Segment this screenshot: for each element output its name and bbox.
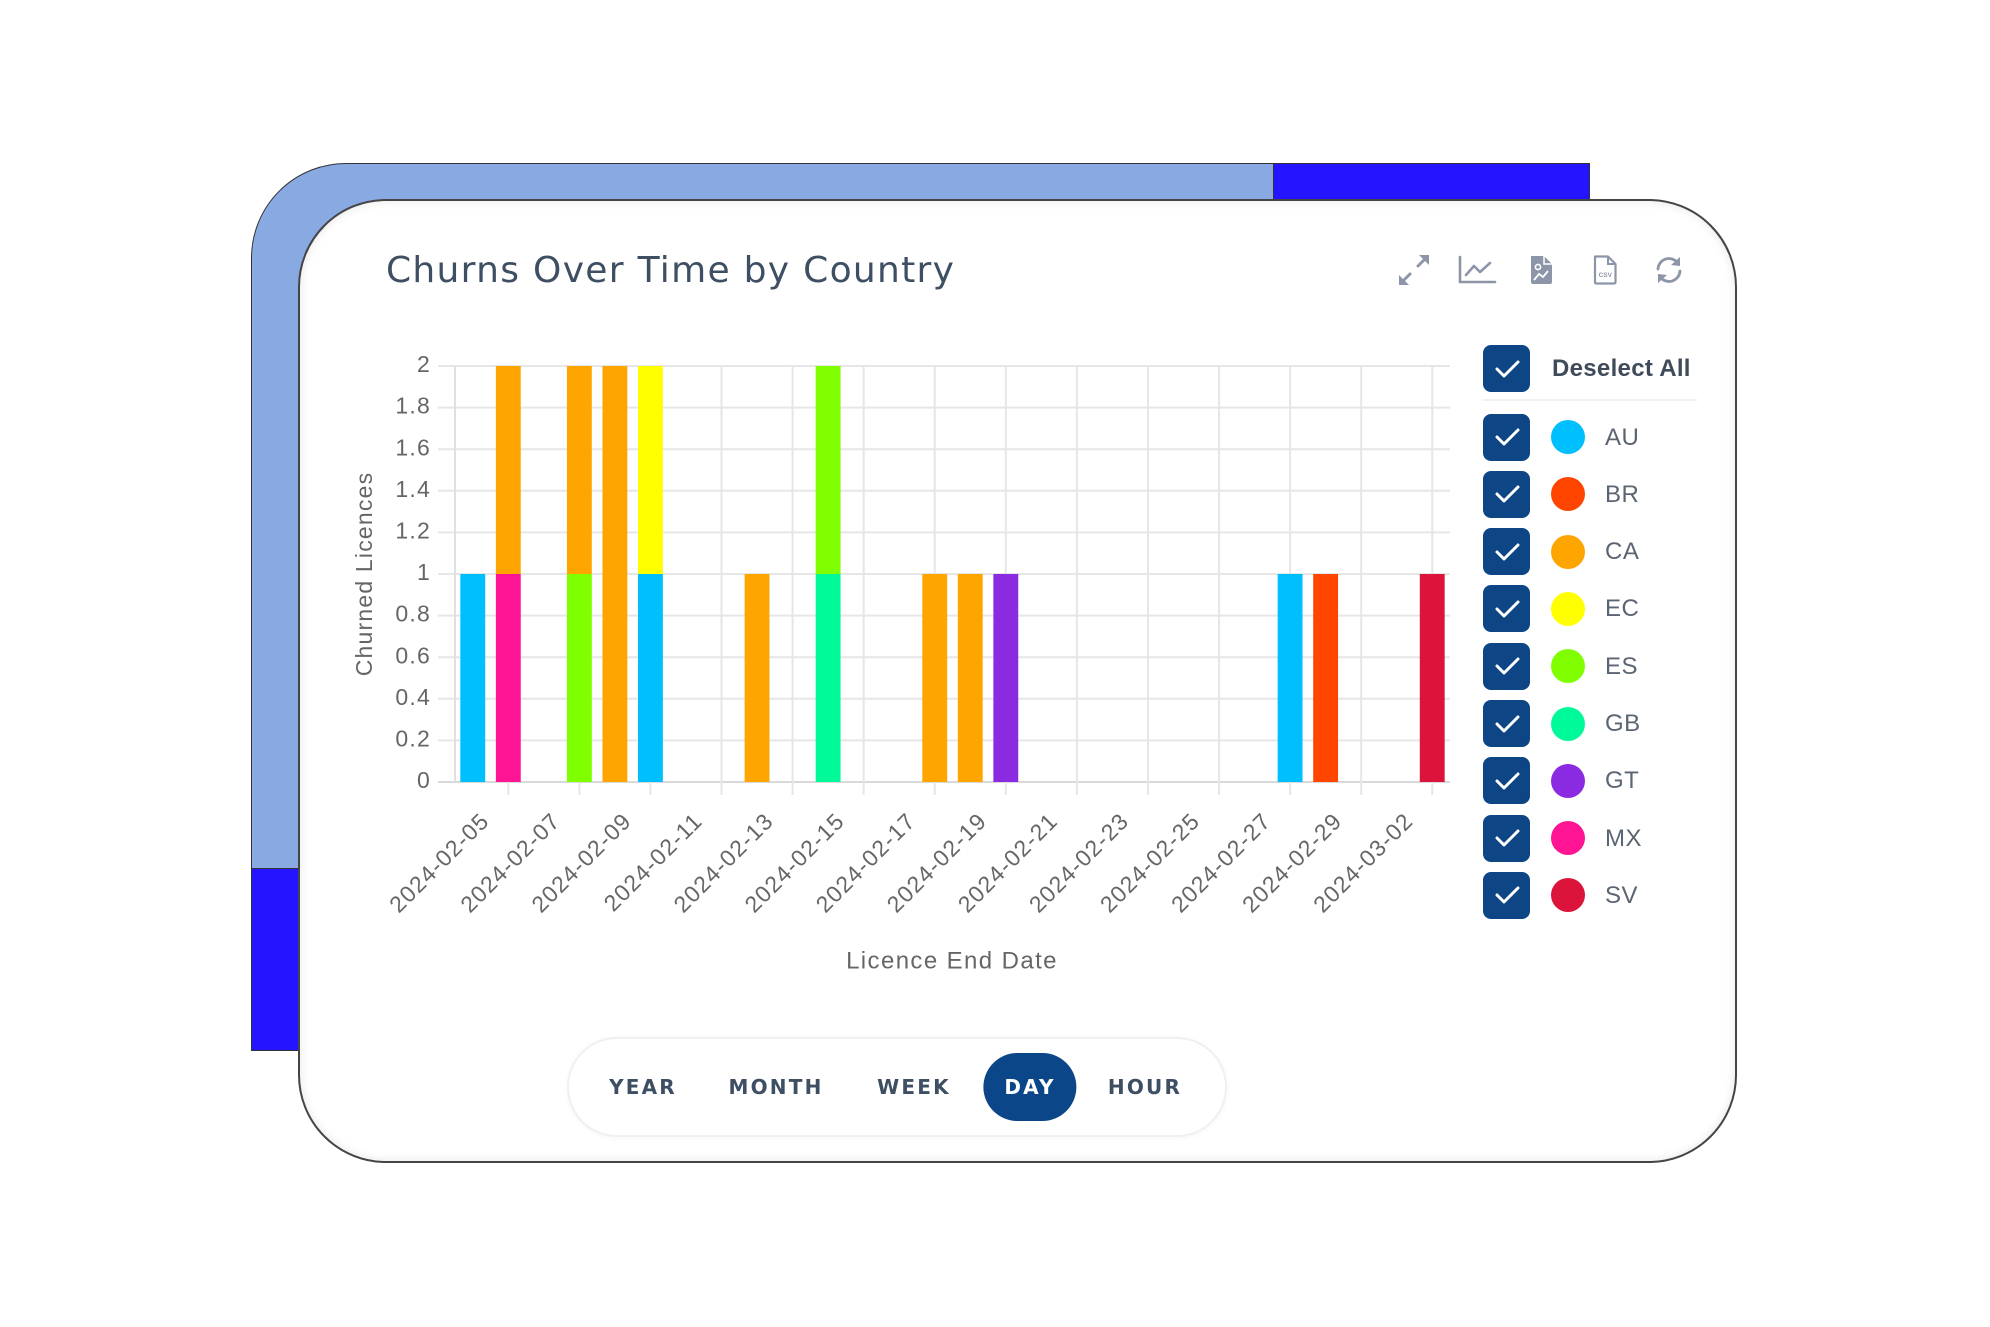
checkmark-icon <box>1495 715 1519 732</box>
legend: Deselect All AU BR CA EC ES GB GT MX SV <box>1483 0 1723 919</box>
refresh-icon <box>1656 257 1682 283</box>
checkmark-icon <box>1495 600 1519 618</box>
csv-file-icon: CSV <box>1593 255 1617 285</box>
checkmark-icon <box>1495 485 1519 503</box>
backdrop-accent-top <box>1273 164 1589 204</box>
legend-item-mx[interactable]: MX <box>1483 814 1713 862</box>
checkmark-icon <box>1495 772 1519 790</box>
checkmark-icon <box>1495 829 1519 847</box>
chart-type-button[interactable] <box>1457 250 1497 290</box>
checkmark-icon <box>1495 886 1519 904</box>
expand-button[interactable] <box>1394 250 1434 290</box>
color-swatch <box>1551 821 1585 856</box>
deselect-all-label: Deselect All <box>1552 355 1691 382</box>
bar-mx-2024-02-05[interactable] <box>495 574 521 782</box>
checkmark-icon <box>1495 543 1519 561</box>
bar-ca-2024-02-08[interactable] <box>602 366 628 782</box>
csv-icon-text: CSV <box>1599 272 1613 279</box>
legend-item-gb[interactable]: GB <box>1483 700 1713 747</box>
legend-checkbox[interactable] <box>1483 757 1530 805</box>
bar-ca-2024-02-17[interactable] <box>922 574 948 782</box>
download-csv-button[interactable]: CSV <box>1585 250 1625 290</box>
legend-label: AU <box>1605 423 1640 451</box>
legend-item-ec[interactable]: EC <box>1483 585 1713 633</box>
checkmark-icon <box>1495 360 1519 377</box>
legend-item-ca[interactable]: CA <box>1483 528 1713 576</box>
legend-item-gt[interactable]: GT <box>1483 757 1713 805</box>
legend-checkbox[interactable] <box>1483 871 1530 919</box>
color-swatch <box>1551 477 1585 512</box>
legend-label: CA <box>1605 538 1640 566</box>
color-swatch <box>1551 591 1585 626</box>
legend-checkbox[interactable] <box>1483 585 1530 633</box>
legend-label: EC <box>1605 595 1640 623</box>
legend-item-es[interactable]: ES <box>1483 642 1713 690</box>
color-swatch <box>1551 420 1585 454</box>
legend-divider <box>1483 399 1697 401</box>
range-option-week[interactable]: WEEK <box>856 1053 972 1121</box>
range-option-hour[interactable]: HOUR <box>1087 1053 1203 1121</box>
bar-au-2024-02-04[interactable] <box>460 574 486 782</box>
legend-item-br[interactable]: BR <box>1483 470 1713 518</box>
legend-item-au[interactable]: AU <box>1483 413 1713 461</box>
bar-es-2024-02-14[interactable] <box>815 366 841 574</box>
range-option-year[interactable]: YEAR <box>588 1053 698 1121</box>
color-swatch <box>1551 534 1585 569</box>
bar-sv-2024-03-02[interactable] <box>1419 574 1445 782</box>
bar-gt-2024-02-19[interactable] <box>993 574 1019 782</box>
bar-au-2024-02-27[interactable] <box>1277 574 1303 782</box>
legend-label: BR <box>1605 480 1640 508</box>
color-swatch <box>1551 878 1585 913</box>
bar-ca-2024-02-12[interactable] <box>744 574 770 782</box>
color-swatch <box>1551 706 1585 741</box>
legend-checkbox[interactable] <box>1483 814 1530 862</box>
refresh-button[interactable] <box>1649 250 1689 290</box>
bar-au-2024-02-09[interactable] <box>638 574 663 782</box>
checkmark-icon <box>1495 428 1519 446</box>
checkmark-icon <box>1495 657 1519 675</box>
range-option-month[interactable]: MONTH <box>707 1053 844 1121</box>
legend-checkbox[interactable] <box>1483 470 1530 518</box>
bar-ca-2024-02-05[interactable] <box>495 366 521 574</box>
bar-es-2024-02-07[interactable] <box>566 574 592 782</box>
legend-label: ES <box>1605 652 1639 680</box>
color-swatch <box>1551 763 1585 798</box>
expand-icon <box>1399 255 1429 285</box>
legend-checkbox[interactable] <box>1483 700 1530 747</box>
bar-gb-2024-02-14[interactable] <box>815 574 841 782</box>
legend-checkbox[interactable] <box>1483 528 1530 576</box>
range-option-day[interactable]: DAY <box>983 1053 1077 1121</box>
deselect-all-checkbox[interactable] <box>1483 345 1530 392</box>
bar-br-2024-02-28[interactable] <box>1313 574 1339 782</box>
image-file-icon <box>1531 256 1552 284</box>
legend-checkbox[interactable] <box>1483 642 1530 690</box>
deselect-all-toggle[interactable]: Deselect All <box>1483 345 1713 392</box>
legend-label: MX <box>1605 824 1642 852</box>
download-image-button[interactable] <box>1521 250 1561 290</box>
legend-checkbox[interactable] <box>1483 413 1530 461</box>
legend-label: GT <box>1605 767 1640 795</box>
line-chart-icon <box>1458 255 1497 284</box>
legend-item-sv[interactable]: SV <box>1483 871 1713 919</box>
chart-title: Churns Over Time by Country <box>386 250 956 291</box>
color-swatch <box>1551 649 1585 684</box>
legend-label: SV <box>1605 881 1639 909</box>
bar-ca-2024-02-07[interactable] <box>566 366 592 574</box>
bar-ca-2024-02-18[interactable] <box>957 574 983 782</box>
bar-ec-2024-02-09[interactable] <box>638 366 663 574</box>
legend-label: GB <box>1605 710 1641 737</box>
